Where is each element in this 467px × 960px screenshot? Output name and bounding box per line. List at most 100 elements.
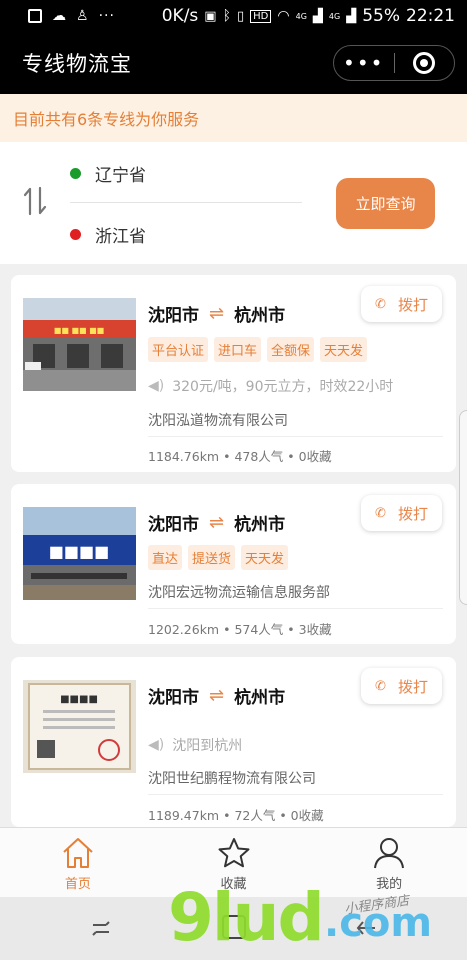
watermark-main: 9lud [168, 879, 325, 956]
route-cities: 沈阳市 ⇌ 杭州市 [148, 301, 285, 326]
route-divider [70, 202, 302, 203]
walk-icon: ♙ [76, 8, 89, 24]
tag: 天天发 [320, 337, 368, 362]
status-icons-right: 0K/s ▣ ᛒ ▯ HD ◠ 4G ▟ 4G ▟ 55% 22:21 [162, 6, 455, 26]
popularity: 574人气 [234, 622, 284, 637]
to-city: 杭州市 [234, 515, 286, 535]
company-photo: ■■ ■■ ■■ [23, 298, 136, 391]
page-scroll-handle[interactable] [459, 410, 467, 605]
destination-dot-icon [70, 229, 81, 240]
clock: 22:21 [406, 6, 455, 26]
swap-direction-icon[interactable] [22, 186, 48, 216]
battery-percent: 55% [362, 6, 400, 26]
app-title: 专线物流宝 [22, 52, 132, 76]
popularity: 72人气 [234, 808, 276, 823]
speaker-icon: ◀) [148, 737, 165, 753]
tag: 直达 [148, 545, 183, 570]
company-photo: ■■■■ [23, 680, 136, 773]
origin-province[interactable]: 辽宁省 [70, 161, 146, 186]
wifi-icon: ◠ [277, 8, 290, 24]
query-button[interactable]: 立即查询 [336, 178, 435, 229]
tag: 全额保 [267, 337, 315, 362]
company-name: 沈阳宏远物流运输信息服务部 [148, 585, 330, 601]
destination-province[interactable]: 浙江省 [70, 222, 146, 247]
call-button[interactable]: ✆ 拨打 [361, 286, 442, 322]
route-selector: 辽宁省 浙江省 立即查询 [0, 142, 467, 264]
distance: 1184.76km [148, 449, 220, 464]
tag-list: 直达 提送货 天天发 [148, 545, 289, 570]
route-count-notice: 目前共有6条专线为你服务 [0, 94, 467, 142]
route-cities: 沈阳市 ⇌ 杭州市 [148, 510, 285, 535]
popularity: 478人气 [234, 449, 284, 464]
back-icon[interactable] [90, 917, 112, 939]
distance: 1202.26km [148, 622, 220, 637]
to-city: 杭州市 [234, 306, 286, 326]
phone-icon: ✆ [375, 678, 386, 694]
from-city: 沈阳市 [148, 306, 199, 326]
tag-list: 平台认证 进口车 全额保 天天发 [148, 337, 368, 362]
company-name: 沈阳世纪鹏程物流有限公司 [148, 771, 316, 787]
star-icon [218, 838, 249, 868]
more-menu-button[interactable]: ••• [334, 53, 394, 73]
route-cities: 沈阳市 ⇌ 杭州市 [148, 683, 285, 708]
notice-text: 目前共有6条专线为你服务 [13, 110, 200, 129]
tag: 平台认证 [148, 337, 209, 362]
battery-saver-icon: ▣ [204, 8, 217, 24]
tab-home-label: 首页 [64, 877, 91, 892]
route-description: ◀) 320元/吨，90元立方，时效22小时 [148, 376, 393, 396]
svg-text:■■ ■■ ■■: ■■ ■■ ■■ [54, 326, 104, 335]
status-bar: ☁ ♙ ··· 0K/s ▣ ᛒ ▯ HD ◠ 4G ▟ 4G ▟ 55% 22… [0, 0, 467, 32]
logistics-card[interactable]: ■■ ■■ ■■ 沈阳市 ⇌ 杭州市 ✆ 拨打 平台认证 进口车 全额保 天天发… [11, 275, 456, 472]
card-divider [148, 608, 443, 609]
logistics-card[interactable]: ■■■■ 沈阳市 ⇌ 杭州市 ✆ 拨打 ◀) 沈阳到杭州 沈阳世纪鹏程物流有限公… [11, 657, 456, 827]
card-stats: 1202.26km • 574人气 • 3收藏 [148, 622, 332, 637]
signal-1-icon: ▟ [312, 8, 323, 24]
call-label: 拨打 [397, 677, 428, 696]
vibrate-icon: ▯ [237, 8, 245, 24]
route-arrow-icon: ⇌ [209, 685, 225, 706]
call-label: 拨打 [397, 295, 428, 314]
card-stats: 1189.47km • 72人气 • 0收藏 [148, 808, 324, 823]
bluetooth-icon: ᛒ [222, 8, 231, 24]
speaker-icon: ◀) [148, 378, 165, 394]
tag: 提送货 [188, 545, 236, 570]
favorites-count: 0收藏 [298, 449, 332, 464]
distance: 1189.47km [148, 808, 220, 823]
cloud-icon: ☁ [52, 8, 66, 24]
tag: 进口车 [214, 337, 262, 362]
signal-2-icon: ▟ [346, 8, 357, 24]
card-stats: 1184.76km • 478人气 • 0收藏 [148, 449, 332, 464]
call-button[interactable]: ✆ 拨打 [361, 668, 442, 704]
destination-label: 浙江省 [95, 227, 146, 247]
svg-text:■■■■: ■■■■ [60, 694, 98, 705]
status-icons-left: ☁ ♙ ··· [28, 8, 115, 24]
description-text: 320元/吨，90元立方，时效22小时 [172, 379, 394, 395]
network-speed: 0K/s [161, 6, 199, 26]
close-mini-program-button[interactable] [394, 52, 454, 74]
phone-icon: ✆ [375, 296, 386, 312]
phone-icon: ✆ [375, 505, 386, 521]
target-close-icon [413, 52, 436, 74]
call-label: 拨打 [397, 504, 428, 523]
more-notifications-icon: ··· [98, 8, 115, 24]
gallery-icon [28, 9, 42, 23]
svg-text:■■■■: ■■■■ [49, 542, 109, 561]
user-icon [374, 838, 405, 869]
signal-1-label: 4G [295, 11, 307, 21]
route-arrow-icon: ⇌ [209, 303, 225, 324]
tab-home[interactable]: 首页 [0, 828, 156, 897]
hd-badge: HD [250, 9, 272, 23]
origin-dot-icon [70, 168, 81, 179]
route-description: ◀) 沈阳到杭州 [148, 735, 242, 755]
route-arrow-icon: ⇌ [209, 512, 225, 533]
tag: 天天发 [241, 545, 289, 570]
logistics-card[interactable]: ■■■■ 沈阳市 ⇌ 杭州市 ✆ 拨打 直达 提送货 天天发 沈阳宏远物流运输信… [11, 484, 456, 644]
home-icon [63, 838, 93, 868]
call-button[interactable]: ✆ 拨打 [361, 495, 442, 531]
from-city: 沈阳市 [148, 515, 199, 535]
to-city: 杭州市 [234, 688, 286, 708]
favorites-count: 3收藏 [298, 622, 332, 637]
site-watermark: 9lud .com 小程序商店 [168, 878, 458, 960]
favorites-count: 0收藏 [290, 808, 324, 823]
title-bar: 专线物流宝 ••• [0, 32, 467, 94]
